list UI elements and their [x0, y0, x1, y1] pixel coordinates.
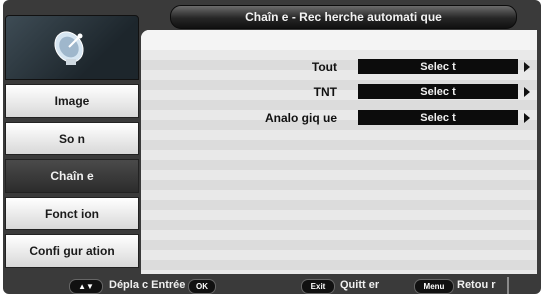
satellite-dish-icon — [54, 30, 84, 65]
menu-key: Menu — [414, 279, 454, 294]
select-value-text: Selec t — [420, 60, 456, 73]
sidebar-item-son[interactable]: So n — [5, 121, 139, 156]
footer-divider — [507, 277, 509, 294]
sidebar-item-label: So n — [59, 131, 85, 146]
content-top-band — [141, 30, 537, 50]
select-value-text: Selec t — [420, 111, 456, 124]
sidebar-item-label: Fonct ion — [45, 206, 99, 221]
row-tout[interactable]: Tout Selec t — [141, 57, 537, 77]
menu-title: Chaîn e - Rec herche automati que — [170, 5, 517, 29]
row-tnt[interactable]: TNT Selec t — [141, 82, 537, 102]
menu-title-text: Chaîn e - Rec herche automati que — [245, 10, 442, 24]
select-value-text: Selec t — [420, 85, 456, 98]
sidebar-item-image[interactable]: Image — [5, 84, 139, 118]
sidebar-item-label: Chaîn e — [50, 169, 94, 184]
sidebar-item-label: Confi gur ation — [29, 244, 115, 259]
select-value[interactable]: Selec t — [358, 110, 518, 125]
nav-arrows-key: ▲▼ — [69, 279, 103, 294]
footer-nav-text: Dépla c Entrée — [109, 279, 186, 291]
footer-menu-text: Retou r — [457, 279, 496, 291]
footer-bar: ▲▼ Dépla c Entrée OK Exit Quitt er Menu … — [3, 275, 541, 296]
arrow-right-icon[interactable] — [524, 113, 530, 123]
sidebar-item-chaine[interactable]: Chaîn e — [5, 159, 139, 193]
sidebar-item-configuration[interactable]: Confi gur ation — [5, 234, 139, 269]
arrow-right-icon[interactable] — [524, 62, 530, 72]
arrow-right-icon[interactable] — [524, 87, 530, 97]
row-analogique[interactable]: Analo giq ue Selec t — [141, 108, 537, 128]
sidebar-logo-tile — [5, 15, 139, 81]
sidebar-item-label: Image — [54, 93, 90, 108]
row-label: TNT — [313, 85, 337, 99]
row-label: Tout — [311, 60, 337, 74]
select-value[interactable]: Selec t — [358, 59, 518, 74]
content-panel: Tout Selec t TNT Selec t Analo giq ue Se… — [141, 30, 537, 274]
select-value[interactable]: Selec t — [358, 84, 518, 99]
exit-key: Exit — [301, 279, 335, 294]
ok-key: OK — [188, 279, 216, 294]
sidebar-item-fonction[interactable]: Fonct ion — [5, 196, 139, 231]
row-label: Analo giq ue — [265, 111, 337, 125]
sidebar: Image So n Chaîn e Fonct ion Confi gur a… — [5, 15, 139, 272]
footer-exit-text: Quitt er — [340, 279, 380, 291]
